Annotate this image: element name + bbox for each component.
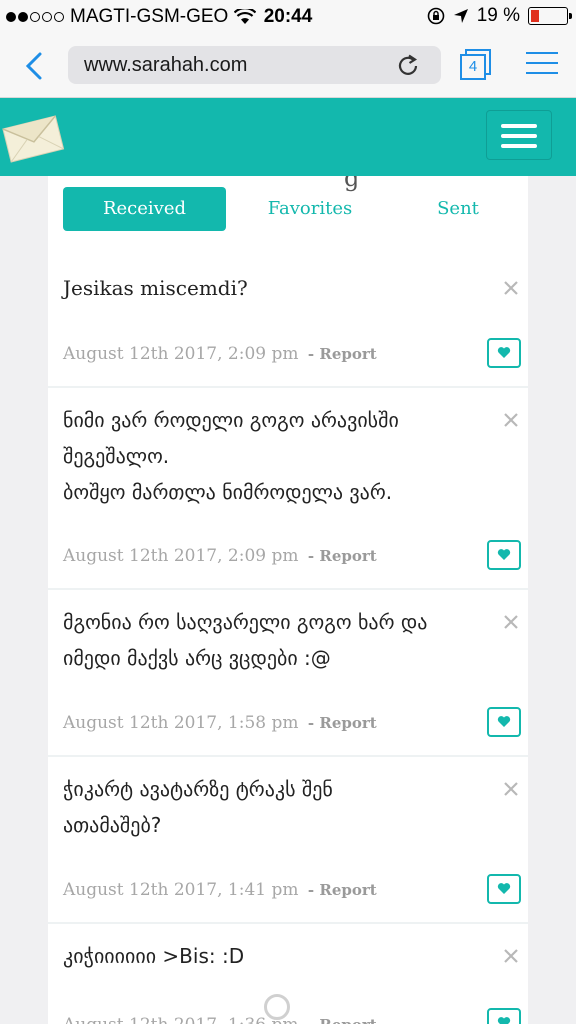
heart-icon bbox=[497, 883, 511, 894]
favorite-button[interactable] bbox=[487, 707, 521, 737]
message-date: August 12th 2017, 1:36 pm bbox=[63, 1015, 299, 1024]
status-right: 19 % bbox=[427, 5, 572, 27]
tab-count: 4 bbox=[460, 54, 486, 80]
reload-icon[interactable] bbox=[394, 52, 422, 80]
site-menu-button[interactable] bbox=[486, 110, 552, 160]
message-text: ჭიკარტ ავატარზე ტრაკს შენ ათამაშებ? bbox=[63, 777, 333, 837]
url-text: www.sarahah.com bbox=[84, 54, 248, 76]
location-arrow-icon bbox=[453, 9, 468, 23]
message-meta: August 12th 2017, 1:36 pm - Report bbox=[63, 1015, 377, 1024]
report-link[interactable]: - Report bbox=[308, 547, 377, 565]
messages-panel: g Received Favorites Sent Jesikas miscem… bbox=[48, 176, 528, 1024]
message-meta: August 12th 2017, 2:09 pm - Report bbox=[63, 344, 377, 364]
message-card: ჭიკარტ ავატარზე ტრაკს შენ ათამაშებ? Augu… bbox=[48, 757, 528, 924]
tab-received[interactable]: Received bbox=[63, 187, 226, 231]
heart-icon bbox=[497, 549, 511, 560]
message-text: ნიმი ვარ როდელი გოგო არავისში შეგეშალო. … bbox=[63, 408, 399, 504]
report-link[interactable]: - Report bbox=[308, 881, 377, 899]
browser-menu-button[interactable] bbox=[526, 52, 558, 78]
battery-percent: 19 % bbox=[476, 5, 520, 26]
heart-icon bbox=[497, 1017, 511, 1024]
site-header bbox=[0, 98, 576, 176]
message-meta: August 12th 2017, 1:41 pm - Report bbox=[63, 880, 377, 900]
battery-icon bbox=[528, 7, 572, 25]
message-text: მგონია რო საღვარელი გოგო ხარ და იმედი მა… bbox=[63, 610, 428, 670]
message-meta: August 12th 2017, 2:09 pm - Report bbox=[63, 546, 377, 566]
heart-icon bbox=[497, 716, 511, 727]
heart-icon bbox=[497, 347, 511, 358]
report-link[interactable]: - Report bbox=[308, 345, 377, 363]
message-text: Jesikas miscemdi? bbox=[63, 276, 248, 300]
favorite-button[interactable] bbox=[487, 338, 521, 368]
message-date: August 12th 2017, 1:41 pm bbox=[63, 880, 299, 900]
favorite-button[interactable] bbox=[487, 874, 521, 904]
message-date: August 12th 2017, 2:09 pm bbox=[63, 344, 299, 364]
tab-sent[interactable]: Sent bbox=[413, 187, 503, 231]
report-link[interactable]: - Report bbox=[308, 714, 377, 732]
back-chevron-icon[interactable] bbox=[20, 48, 50, 84]
tabs-button[interactable]: 4 bbox=[458, 48, 492, 82]
message-card: მგონია რო საღვარელი გოგო ხარ და იმედი მა… bbox=[48, 590, 528, 757]
close-icon[interactable] bbox=[501, 779, 521, 799]
address-bar[interactable]: www.sarahah.com bbox=[68, 46, 441, 84]
close-icon[interactable] bbox=[501, 410, 521, 430]
message-date: August 12th 2017, 2:09 pm bbox=[63, 546, 299, 566]
rotation-lock-icon bbox=[427, 7, 444, 25]
close-icon[interactable] bbox=[501, 612, 521, 632]
message-date: August 12th 2017, 1:58 pm bbox=[63, 713, 299, 733]
favorite-button[interactable] bbox=[487, 540, 521, 570]
message-tabs: Received Favorites Sent bbox=[63, 187, 523, 231]
envelope-logo-icon[interactable] bbox=[0, 112, 66, 164]
close-icon[interactable] bbox=[501, 946, 521, 966]
favorite-button[interactable] bbox=[487, 1008, 521, 1024]
message-card: Jesikas miscemdi? August 12th 2017, 2:09… bbox=[48, 258, 528, 388]
report-link[interactable]: - Report bbox=[308, 1016, 377, 1024]
message-text: კიჭიიიიიი >Bis: :D bbox=[63, 944, 245, 968]
close-icon[interactable] bbox=[501, 278, 521, 298]
status-bar: MAGTI-GSM-GEO 20:44 19 % bbox=[0, 0, 576, 34]
message-meta: August 12th 2017, 1:58 pm - Report bbox=[63, 713, 377, 733]
loading-spinner-icon bbox=[264, 994, 290, 1020]
message-card: ნიმი ვარ როდელი გოგო არავისში შეგეშალო. … bbox=[48, 388, 528, 590]
tab-favorites[interactable]: Favorites bbox=[245, 187, 375, 231]
browser-toolbar: www.sarahah.com 4 bbox=[0, 34, 576, 98]
